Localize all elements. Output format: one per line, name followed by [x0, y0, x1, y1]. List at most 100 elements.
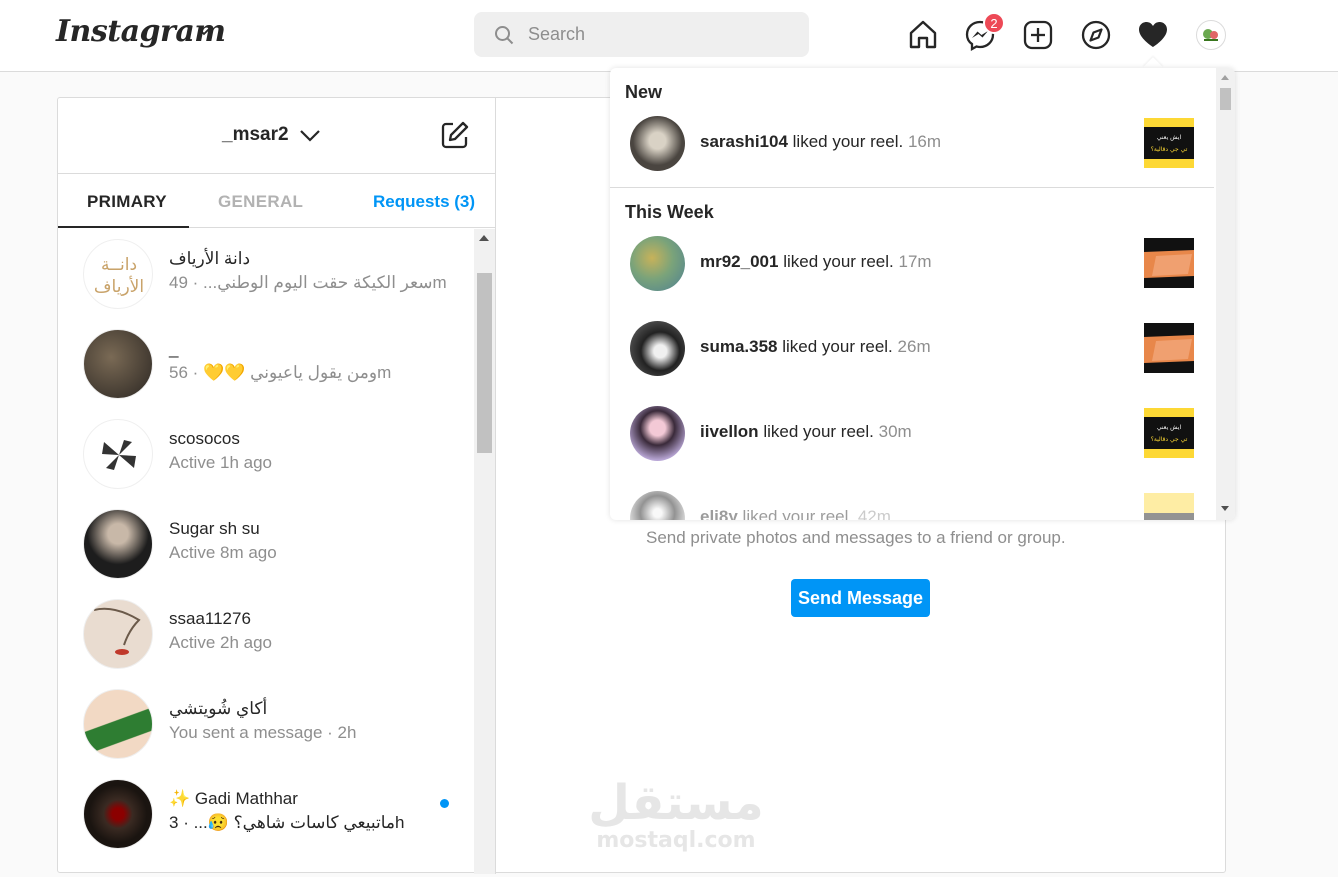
reel-thumbnail[interactable]: ايش يعني تي جي دقالية؟	[1144, 118, 1194, 168]
conversation-name: scosocos	[169, 429, 240, 448]
conversation-scrollbar[interactable]	[474, 229, 495, 874]
watermark-url: mostaql.com	[596, 828, 756, 853]
conversation-list: دانــة الأرياف دانة الأرياف سعر الكيكة حق…	[58, 229, 474, 874]
avatar	[83, 599, 153, 669]
conversation-item[interactable]: Sugar sh su Active 8m ago	[58, 499, 474, 589]
home-icon[interactable]	[906, 18, 940, 52]
notification-text: suma.358 liked your reel. 26m	[700, 337, 931, 357]
new-post-icon[interactable]	[1021, 18, 1055, 52]
conversation-preview: ماتبيعي كاسات شاهي؟ 😥... · 3h	[169, 813, 405, 832]
conversation-name: ssaa11276	[169, 609, 251, 628]
watermark-arabic: مستقل	[588, 775, 764, 831]
account-switcher-name[interactable]: _msar2	[222, 124, 289, 146]
scroll-up-arrow[interactable]	[1221, 75, 1229, 80]
conversation-column: _msar2 PRIMARY GENERAL Requests (3) دانـ…	[58, 98, 496, 874]
watermark: مستقل mostaql.com	[576, 778, 776, 853]
notification-time: 16m	[907, 132, 942, 151]
tab-primary[interactable]: PRIMARY	[87, 192, 167, 212]
notification-text: mr92_001 liked your reel. 17m	[700, 252, 932, 272]
conversation-preview: You sent a message · 2h	[169, 723, 357, 742]
notification-time: 17m	[898, 252, 932, 271]
profile-avatar[interactable]	[1196, 20, 1226, 50]
avatar	[630, 236, 685, 291]
send-message-button[interactable]: Send Message	[791, 579, 930, 617]
unread-indicator	[440, 799, 449, 808]
account-header: _msar2	[58, 98, 496, 174]
scrollbar-thumb[interactable]	[477, 273, 492, 453]
thumbnail-text: ايش يعني	[1157, 424, 1182, 431]
avatar	[630, 321, 685, 376]
conversation-item[interactable]: ✨ Gadi Mathhar ماتبيعي كاسات شاهي؟ 😥... …	[58, 769, 474, 859]
avatar	[630, 116, 685, 171]
scroll-down-arrow[interactable]	[1221, 506, 1229, 511]
conversation-preview: Active 1h ago	[169, 453, 273, 472]
conversation-item[interactable]: دانــة الأرياف دانة الأرياف سعر الكيكة حق…	[58, 229, 474, 319]
conversation-name: أكاي شُويتشي	[169, 699, 268, 718]
activity-heart-icon[interactable]	[1136, 18, 1170, 52]
chevron-down-icon[interactable]	[298, 126, 322, 146]
notification-item[interactable]: suma.358 liked your reel. 26m	[610, 309, 1214, 389]
conversation-item[interactable]: scosocos Active 1h ago	[58, 409, 474, 499]
notification-action: liked your reel.	[783, 252, 894, 271]
avatar	[83, 329, 153, 399]
svg-text:الأرياف: الأرياف	[94, 276, 144, 297]
scrollbar-thumb[interactable]	[1220, 88, 1231, 110]
avatar	[83, 509, 153, 579]
empty-state-subtitle: Send private photos and messages to a fr…	[646, 528, 1066, 547]
conversation-item[interactable]: _ ومن يقول ياعيوني 💛💛 · 56m	[58, 319, 474, 409]
notification-action: liked your reel.	[763, 422, 874, 441]
thumbnail-text: تي جي دقالية؟	[1151, 146, 1188, 153]
section-new: New	[625, 82, 663, 102]
tab-requests[interactable]: Requests (3)	[373, 192, 475, 212]
notification-item[interactable]: eli8y liked your reel. 42m	[610, 479, 1214, 520]
active-tab-indicator	[58, 226, 189, 228]
thumbnail-text: ايش يعني	[1157, 134, 1182, 141]
scroll-up-arrow[interactable]	[479, 235, 489, 241]
notification-user[interactable]: iivellon	[700, 422, 759, 441]
notification-action: liked your reel.	[782, 337, 893, 356]
notification-user[interactable]: eli8y	[700, 507, 738, 520]
avatar	[83, 689, 153, 759]
activity-dropdown: New sarashi104 liked your reel. 16m ايش …	[610, 68, 1235, 520]
section-divider	[610, 187, 1214, 188]
section-this-week: This Week	[625, 202, 714, 222]
notification-text: eli8y liked your reel. 42m	[700, 507, 891, 520]
reel-thumbnail[interactable]	[1144, 493, 1194, 520]
conversation-item[interactable]: أكاي شُويتشي You sent a message · 2h	[58, 679, 474, 769]
notification-time: 30m	[878, 422, 912, 441]
compose-icon[interactable]	[440, 120, 470, 150]
notification-item[interactable]: sarashi104 liked your reel. 16m ايش يعني…	[610, 104, 1214, 184]
conversation-preview: Active 2h ago	[169, 633, 273, 652]
conversation-name: _	[169, 339, 179, 358]
notification-time: 26m	[897, 337, 931, 356]
conversation-item[interactable]: ssaa11276 Active 2h ago	[58, 589, 474, 679]
messenger-badge: 2	[983, 12, 1005, 34]
tab-general[interactable]: GENERAL	[218, 192, 303, 212]
conversation-preview: Active 8m ago	[169, 543, 277, 562]
conversation-name: دانة الأرياف	[169, 249, 251, 268]
conversation-preview: سعر الكيكة حقت اليوم الوطني... · 49m	[169, 273, 447, 292]
chevron-down-icon[interactable]	[196, 24, 212, 40]
notification-item[interactable]: iivellon liked your reel. 30m ايش يعني تي…	[610, 394, 1214, 474]
notification-action: liked your reel.	[792, 132, 904, 151]
notification-text: iivellon liked your reel. 30m	[700, 422, 912, 442]
top-navigation-bar: Instagram 2	[0, 0, 1338, 72]
notification-user[interactable]: mr92_001	[700, 252, 778, 271]
inbox-tabs: PRIMARY GENERAL Requests (3)	[58, 174, 496, 228]
notification-item[interactable]: mr92_001 liked your reel. 17m	[610, 224, 1214, 304]
reel-thumbnail[interactable]	[1144, 238, 1194, 288]
notification-user[interactable]: suma.358	[700, 337, 778, 356]
avatar	[83, 419, 153, 489]
explore-icon[interactable]	[1079, 18, 1113, 52]
avatar	[83, 779, 153, 849]
avatar	[630, 406, 685, 461]
notification-text: sarashi104 liked your reel. 16m	[700, 132, 941, 152]
reel-thumbnail[interactable]	[1144, 323, 1194, 373]
search-input[interactable]	[528, 24, 778, 45]
reel-thumbnail[interactable]: ايش يعني تي جي دقالية؟	[1144, 408, 1194, 458]
search-icon	[495, 25, 514, 44]
search-bar[interactable]	[474, 12, 809, 57]
avatar	[630, 491, 685, 520]
activity-scrollbar[interactable]	[1216, 68, 1235, 520]
notification-user[interactable]: sarashi104	[700, 132, 788, 151]
